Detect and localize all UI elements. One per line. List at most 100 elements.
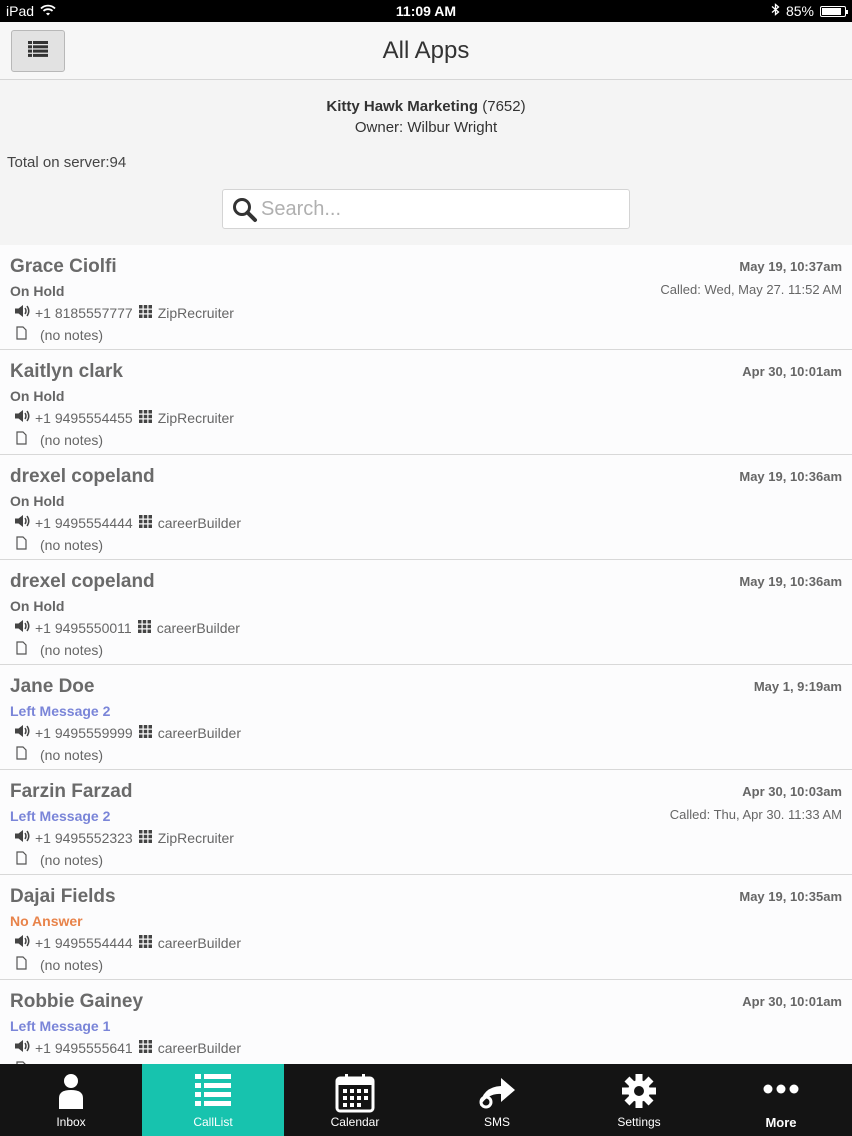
phone-number[interactable]: +1 9495555641 xyxy=(35,1040,133,1056)
speaker-icon[interactable] xyxy=(14,934,31,951)
total-on-server: Total on server:94 xyxy=(7,154,126,171)
notes-text: (no notes) xyxy=(40,536,104,553)
page-title: All Apps xyxy=(382,37,470,64)
list-item[interactable]: drexel copeland May 19, 10:36am On Hold … xyxy=(0,455,852,560)
list-item[interactable]: Grace Ciolfi May 19, 10:37am On Hold Cal… xyxy=(0,245,852,350)
status-bar: iPad 11:09 AM 85% xyxy=(0,0,852,22)
phone-number[interactable]: +1 9495554444 xyxy=(35,515,133,531)
grid-icon xyxy=(138,1039,152,1056)
battery-icon xyxy=(820,5,848,17)
tab-sms[interactable]: SMS xyxy=(426,1064,568,1136)
person-icon xyxy=(59,1074,83,1109)
battery-percent: 85% xyxy=(785,3,814,19)
tab-label: Settings xyxy=(617,1115,661,1129)
document-icon xyxy=(16,956,27,973)
source-label: careerBuilder xyxy=(157,514,241,531)
tab-label: SMS xyxy=(483,1115,510,1129)
contact-name: Jane Doe xyxy=(10,676,95,697)
status-label: Left Message 2 xyxy=(10,808,111,824)
contact-name: Grace Ciolfi xyxy=(10,256,117,277)
more-dots-icon xyxy=(763,1084,799,1094)
speaker-icon[interactable] xyxy=(14,1039,31,1056)
applied-date: May 19, 10:37am xyxy=(739,259,842,274)
grid-icon xyxy=(138,724,152,741)
status-label: Left Message 1 xyxy=(10,1018,111,1034)
grid-icon xyxy=(138,304,152,321)
list-item[interactable]: Farzin Farzad Apr 30, 10:03am Left Messa… xyxy=(0,770,852,875)
tab-label: CallList xyxy=(193,1115,233,1129)
speaker-icon[interactable] xyxy=(14,514,31,531)
search-icon xyxy=(233,198,257,222)
source-label: careerBuilder xyxy=(157,1039,241,1056)
gear-icon xyxy=(622,1074,656,1108)
source-label: careerBuilder xyxy=(156,619,240,636)
contact-name: Robbie Gainey xyxy=(10,991,144,1012)
tab-settings[interactable]: Settings xyxy=(568,1064,710,1136)
tab-bar: Inbox CallList Calendar SMS Settings Mor… xyxy=(0,1064,852,1136)
bluetooth-icon xyxy=(771,3,780,19)
source-label: ZipRecruiter xyxy=(157,304,234,321)
contact-name: drexel copeland xyxy=(10,571,155,592)
speaker-icon[interactable] xyxy=(14,829,31,846)
speaker-icon[interactable] xyxy=(14,409,31,426)
contact-name: drexel copeland xyxy=(10,466,155,487)
call-list[interactable]: Grace Ciolfi May 19, 10:37am On Hold Cal… xyxy=(0,245,852,1064)
applied-date: Apr 30, 10:01am xyxy=(742,994,842,1009)
phone-number[interactable]: +1 9495559999 xyxy=(35,725,133,741)
tab-inbox[interactable]: Inbox xyxy=(0,1064,142,1136)
tab-label: Calendar xyxy=(330,1115,380,1129)
notes-text: (no notes) xyxy=(40,746,104,763)
status-label: On Hold xyxy=(10,388,65,404)
grid-icon xyxy=(137,619,151,636)
grid-icon xyxy=(138,829,152,846)
list-item[interactable]: Robbie Gainey Apr 30, 10:01am Left Messa… xyxy=(0,980,852,1064)
list-item[interactable]: Kaitlyn clark Apr 30, 10:01am On Hold +1… xyxy=(0,350,852,455)
applied-date: May 19, 10:36am xyxy=(739,574,842,589)
grid-icon xyxy=(138,409,152,426)
source-label: ZipRecruiter xyxy=(157,829,234,846)
speaker-icon[interactable] xyxy=(14,619,31,636)
tab-calllist[interactable]: CallList xyxy=(142,1064,284,1136)
document-icon xyxy=(16,746,27,763)
phone-number[interactable]: +1 9495550011 xyxy=(35,620,132,636)
document-icon xyxy=(16,851,27,868)
search-box[interactable] xyxy=(222,189,630,229)
status-label: On Hold xyxy=(10,283,65,299)
notes-text: (no notes) xyxy=(40,851,104,868)
phone-number[interactable]: +1 9495554444 xyxy=(35,935,133,951)
list-item[interactable]: Dajai Fields May 19, 10:35am No Answer +… xyxy=(0,875,852,980)
notes-text: (no notes) xyxy=(40,641,104,658)
document-icon xyxy=(16,326,27,343)
called-timestamp: Called: Thu, Apr 30. 11:33 AM xyxy=(669,807,842,822)
status-label: Left Message 2 xyxy=(10,703,111,719)
applied-date: May 1, 9:19am xyxy=(753,679,842,694)
applied-date: May 19, 10:35am xyxy=(739,889,842,904)
tab-label: Inbox xyxy=(56,1115,86,1129)
search-input[interactable] xyxy=(261,194,621,224)
tab-calendar[interactable]: Calendar xyxy=(284,1064,426,1136)
clock: 11:09 AM xyxy=(395,3,457,19)
nav-bar: All Apps xyxy=(0,22,852,80)
list-item[interactable]: Jane Doe May 1, 9:19am Left Message 2 +1… xyxy=(0,665,852,770)
phone-number[interactable]: +1 8185557777 xyxy=(35,305,133,321)
total-value: 94 xyxy=(109,154,127,171)
speaker-icon[interactable] xyxy=(14,304,31,321)
list-item[interactable]: drexel copeland May 19, 10:36am On Hold … xyxy=(0,560,852,665)
contact-name: Farzin Farzad xyxy=(10,781,133,802)
total-label: Total on server: xyxy=(7,154,110,171)
notes-text: (no notes) xyxy=(40,431,104,448)
called-timestamp: Called: Wed, May 27. 11:52 AM xyxy=(660,282,842,297)
applied-date: Apr 30, 10:01am xyxy=(742,364,842,379)
applied-date: Apr 30, 10:03am xyxy=(742,784,842,799)
speaker-icon[interactable] xyxy=(14,724,31,741)
contact-name: Dajai Fields xyxy=(10,886,116,907)
contact-name: Kaitlyn clark xyxy=(10,361,123,382)
document-icon xyxy=(16,431,27,448)
applied-date: May 19, 10:36am xyxy=(739,469,842,484)
phone-number[interactable]: +1 9495554455 xyxy=(35,410,133,426)
company-id: (7652) xyxy=(482,98,526,115)
account-info: Kitty Hawk Marketing (7652) Owner: Wilbu… xyxy=(0,96,852,138)
source-label: careerBuilder xyxy=(157,724,241,741)
phone-number[interactable]: +1 9495552323 xyxy=(35,830,133,846)
tab-more[interactable]: More xyxy=(710,1064,852,1136)
